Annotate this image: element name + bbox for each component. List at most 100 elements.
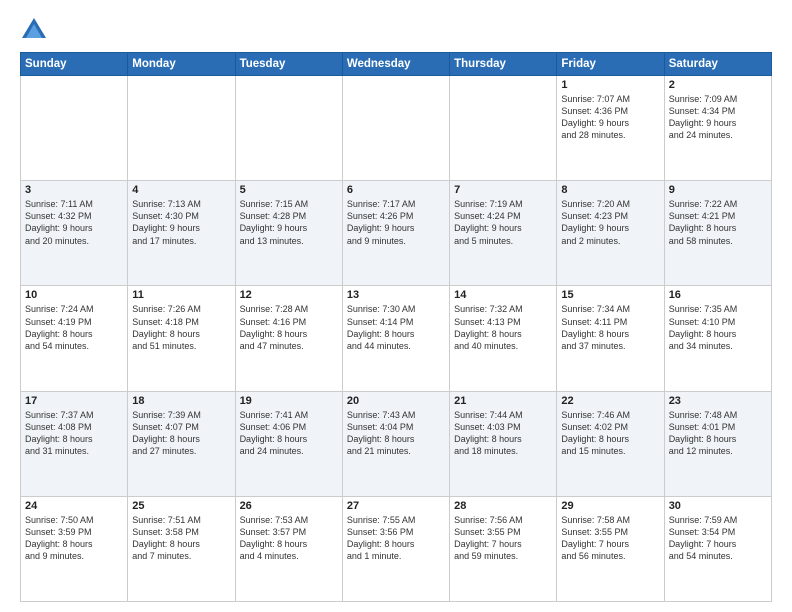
calendar-cell: 9 Sunrise: 7:22 AM Sunset: 4:21 PM Daylig… [664, 181, 771, 286]
calendar-cell: 3Sunrise: 7:11 AM Sunset: 4:32 PM Daylig… [21, 181, 128, 286]
calendar-cell: 17 Sunrise: 7:37 AM Sunset: 4:08 PM Dayli… [21, 391, 128, 496]
day-number: 9 [669, 184, 767, 196]
day-info: Sunrise: 7:55 AM Sunset: 3:56 PM Dayligh… [347, 514, 445, 563]
day-number: 21 [454, 395, 552, 407]
day-number: 22 [561, 395, 659, 407]
calendar-cell [342, 76, 449, 181]
calendar-cell: 21 Sunrise: 7:44 AM Sunset: 4:03 PM Dayli… [450, 391, 557, 496]
day-info: Sunrise: 7:26 AM Sunset: 4:18 PM Dayligh… [132, 303, 230, 352]
calendar-cell: 1 Sunrise: 7:07 AM Sunset: 4:36 PM Daylig… [557, 76, 664, 181]
day-number: 29 [561, 500, 659, 512]
calendar-cell: 12 Sunrise: 7:28 AM Sunset: 4:16 PM Dayli… [235, 286, 342, 391]
day-info: Sunrise: 7:32 AM Sunset: 4:13 PM Dayligh… [454, 303, 552, 352]
day-number: 2 [669, 79, 767, 91]
calendar-cell: 4 Sunrise: 7:13 AM Sunset: 4:30 PM Daylig… [128, 181, 235, 286]
day-info: Sunrise: 7:17 AM Sunset: 4:26 PM Dayligh… [347, 198, 445, 247]
day-number: 12 [240, 289, 338, 301]
calendar-header-sunday: Sunday [21, 53, 128, 76]
day-number: 14 [454, 289, 552, 301]
day-info: Sunrise: 7:13 AM Sunset: 4:30 PM Dayligh… [132, 198, 230, 247]
day-number: 30 [669, 500, 767, 512]
day-number: 4 [132, 184, 230, 196]
day-info: Sunrise: 7:28 AM Sunset: 4:16 PM Dayligh… [240, 303, 338, 352]
day-number: 17 [25, 395, 123, 407]
day-number: 7 [454, 184, 552, 196]
calendar-cell: 16 Sunrise: 7:35 AM Sunset: 4:10 PM Dayli… [664, 286, 771, 391]
calendar-cell: 13Sunrise: 7:30 AM Sunset: 4:14 PM Dayli… [342, 286, 449, 391]
calendar-cell: 28 Sunrise: 7:56 AM Sunset: 3:55 PM Dayli… [450, 496, 557, 601]
day-info: Sunrise: 7:19 AM Sunset: 4:24 PM Dayligh… [454, 198, 552, 247]
calendar-cell: 11 Sunrise: 7:26 AM Sunset: 4:18 PM Dayli… [128, 286, 235, 391]
calendar-week-0: 1 Sunrise: 7:07 AM Sunset: 4:36 PM Daylig… [21, 76, 772, 181]
day-info: Sunrise: 7:46 AM Sunset: 4:02 PM Dayligh… [561, 409, 659, 458]
calendar-table: SundayMondayTuesdayWednesdayThursdayFrid… [20, 52, 772, 602]
day-number: 18 [132, 395, 230, 407]
calendar-cell [235, 76, 342, 181]
day-number: 25 [132, 500, 230, 512]
day-info: Sunrise: 7:09 AM Sunset: 4:34 PM Dayligh… [669, 93, 767, 142]
calendar-cell: 27 Sunrise: 7:55 AM Sunset: 3:56 PM Dayli… [342, 496, 449, 601]
day-number: 10 [25, 289, 123, 301]
calendar-cell: 29 Sunrise: 7:58 AM Sunset: 3:55 PM Dayli… [557, 496, 664, 601]
calendar-header-thursday: Thursday [450, 53, 557, 76]
day-number: 24 [25, 500, 123, 512]
day-info: Sunrise: 7:37 AM Sunset: 4:08 PM Dayligh… [25, 409, 123, 458]
day-number: 5 [240, 184, 338, 196]
day-info: Sunrise: 7:51 AM Sunset: 3:58 PM Dayligh… [132, 514, 230, 563]
calendar-cell: 30 Sunrise: 7:59 AM Sunset: 3:54 PM Dayli… [664, 496, 771, 601]
day-info: Sunrise: 7:58 AM Sunset: 3:55 PM Dayligh… [561, 514, 659, 563]
day-info: Sunrise: 7:20 AM Sunset: 4:23 PM Dayligh… [561, 198, 659, 247]
calendar-cell: 15Sunrise: 7:34 AM Sunset: 4:11 PM Dayli… [557, 286, 664, 391]
day-info: Sunrise: 7:15 AM Sunset: 4:28 PM Dayligh… [240, 198, 338, 247]
calendar-week-3: 17 Sunrise: 7:37 AM Sunset: 4:08 PM Dayli… [21, 391, 772, 496]
day-number: 27 [347, 500, 445, 512]
calendar-header-wednesday: Wednesday [342, 53, 449, 76]
day-number: 28 [454, 500, 552, 512]
calendar-header-tuesday: Tuesday [235, 53, 342, 76]
calendar-week-4: 24 Sunrise: 7:50 AM Sunset: 3:59 PM Dayli… [21, 496, 772, 601]
calendar-cell: 7 Sunrise: 7:19 AM Sunset: 4:24 PM Daylig… [450, 181, 557, 286]
day-info: Sunrise: 7:11 AM Sunset: 4:32 PM Dayligh… [25, 198, 123, 247]
page: SundayMondayTuesdayWednesdayThursdayFrid… [0, 0, 792, 612]
day-number: 26 [240, 500, 338, 512]
day-number: 15 [561, 289, 659, 301]
day-number: 13 [347, 289, 445, 301]
calendar-cell: 18 Sunrise: 7:39 AM Sunset: 4:07 PM Dayli… [128, 391, 235, 496]
calendar-cell: 8 Sunrise: 7:20 AM Sunset: 4:23 PM Daylig… [557, 181, 664, 286]
day-info: Sunrise: 7:35 AM Sunset: 4:10 PM Dayligh… [669, 303, 767, 352]
calendar-cell: 25 Sunrise: 7:51 AM Sunset: 3:58 PM Dayli… [128, 496, 235, 601]
day-number: 19 [240, 395, 338, 407]
day-info: Sunrise: 7:41 AM Sunset: 4:06 PM Dayligh… [240, 409, 338, 458]
calendar-header-monday: Monday [128, 53, 235, 76]
day-info: Sunrise: 7:43 AM Sunset: 4:04 PM Dayligh… [347, 409, 445, 458]
calendar-header-row: SundayMondayTuesdayWednesdayThursdayFrid… [21, 53, 772, 76]
calendar-header-friday: Friday [557, 53, 664, 76]
calendar-cell: 6 Sunrise: 7:17 AM Sunset: 4:26 PM Daylig… [342, 181, 449, 286]
day-number: 11 [132, 289, 230, 301]
day-number: 6 [347, 184, 445, 196]
calendar-header-saturday: Saturday [664, 53, 771, 76]
calendar-cell: 23Sunrise: 7:48 AM Sunset: 4:01 PM Dayli… [664, 391, 771, 496]
day-info: Sunrise: 7:48 AM Sunset: 4:01 PM Dayligh… [669, 409, 767, 458]
calendar-cell [21, 76, 128, 181]
day-info: Sunrise: 7:50 AM Sunset: 3:59 PM Dayligh… [25, 514, 123, 563]
day-info: Sunrise: 7:59 AM Sunset: 3:54 PM Dayligh… [669, 514, 767, 563]
day-info: Sunrise: 7:24 AM Sunset: 4:19 PM Dayligh… [25, 303, 123, 352]
calendar-cell: 14 Sunrise: 7:32 AM Sunset: 4:13 PM Dayli… [450, 286, 557, 391]
day-number: 8 [561, 184, 659, 196]
logo [20, 16, 52, 44]
day-info: Sunrise: 7:44 AM Sunset: 4:03 PM Dayligh… [454, 409, 552, 458]
day-info: Sunrise: 7:53 AM Sunset: 3:57 PM Dayligh… [240, 514, 338, 563]
day-info: Sunrise: 7:39 AM Sunset: 4:07 PM Dayligh… [132, 409, 230, 458]
day-info: Sunrise: 7:56 AM Sunset: 3:55 PM Dayligh… [454, 514, 552, 563]
calendar-cell: 5 Sunrise: 7:15 AM Sunset: 4:28 PM Daylig… [235, 181, 342, 286]
day-number: 16 [669, 289, 767, 301]
day-number: 1 [561, 79, 659, 91]
day-info: Sunrise: 7:22 AM Sunset: 4:21 PM Dayligh… [669, 198, 767, 247]
day-info: Sunrise: 7:07 AM Sunset: 4:36 PM Dayligh… [561, 93, 659, 142]
calendar-cell: 20 Sunrise: 7:43 AM Sunset: 4:04 PM Dayli… [342, 391, 449, 496]
calendar-cell [450, 76, 557, 181]
day-number: 20 [347, 395, 445, 407]
logo-icon [20, 16, 48, 44]
calendar-cell: 10 Sunrise: 7:24 AM Sunset: 4:19 PM Dayli… [21, 286, 128, 391]
